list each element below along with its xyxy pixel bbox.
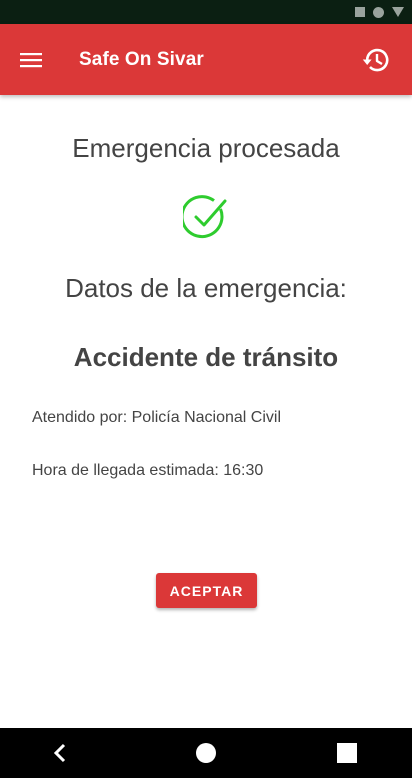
emergency-summary: Emergencia procesada Datos de la emergen…	[0, 95, 412, 728]
square-icon	[355, 7, 365, 17]
hamburger-menu-icon[interactable]	[14, 44, 48, 76]
back-icon[interactable]	[46, 741, 74, 765]
status-icons	[355, 6, 404, 18]
navigation-bar	[0, 728, 412, 778]
accept-button[interactable]: ACEPTAR	[156, 573, 257, 608]
status-bar	[0, 0, 412, 24]
app-bar: Safe On Sivar	[0, 24, 412, 95]
attended-by-text: Atendido por: Policía Nacional Civil	[32, 409, 282, 426]
check-circle-icon	[180, 195, 229, 241]
app-title: Safe On Sivar	[79, 49, 204, 70]
circle-icon	[373, 6, 384, 18]
triangle-icon	[392, 7, 404, 17]
recents-icon[interactable]	[337, 743, 357, 763]
emergency-type: Accidente de tránsito	[73, 342, 339, 372]
estimated-arrival-text: Hora de llegada estimada: 16:30	[32, 462, 264, 479]
history-icon[interactable]	[360, 44, 392, 76]
home-icon[interactable]	[196, 743, 216, 763]
emergency-data-heading: Datos de la emergencia:	[65, 273, 347, 303]
page-title: Emergencia procesada	[72, 133, 340, 163]
